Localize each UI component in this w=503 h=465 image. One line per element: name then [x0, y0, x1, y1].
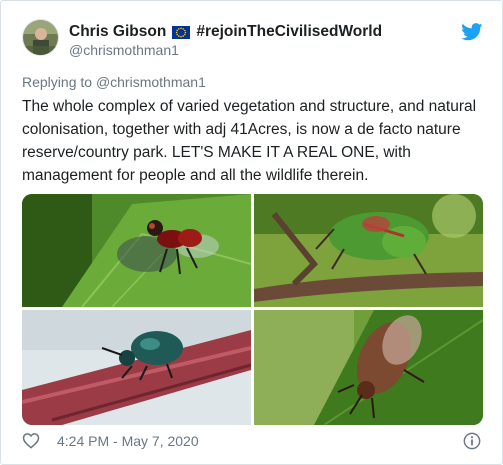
photo-3[interactable]: [22, 310, 251, 425]
reply-prefix: Replying to: [22, 74, 96, 90]
tweet-timestamp[interactable]: 4:24 PM - May 7, 2020: [57, 433, 199, 449]
tweet-card: Chris Gibson #rejoinTheCivilisedWorld @c…: [0, 0, 503, 465]
heart-icon[interactable]: [22, 432, 40, 449]
author-handle[interactable]: @chrismothman1: [69, 42, 179, 58]
photo-1[interactable]: [22, 194, 251, 307]
photo-2[interactable]: [254, 194, 483, 307]
photo-4[interactable]: [254, 310, 483, 425]
reply-context: Replying to @chrismothman1: [22, 74, 206, 90]
tweet-text: The whole complex of varied vegetation a…: [22, 98, 477, 184]
author-hashtag[interactable]: #rejoinTheCivilisedWorld: [196, 23, 382, 41]
author-display-name[interactable]: Chris Gibson: [69, 23, 166, 41]
eu-flag-icon: [172, 25, 191, 39]
reply-to-link[interactable]: @chrismothman1: [96, 74, 206, 90]
info-icon[interactable]: [463, 432, 481, 450]
avatar[interactable]: [22, 19, 59, 56]
author-name-row[interactable]: Chris Gibson #rejoinTheCivilisedWorld: [69, 23, 382, 41]
twitter-bird-icon[interactable]: [461, 23, 483, 41]
media-grid: [22, 194, 483, 425]
tweet-footer: 4:24 PM - May 7, 2020: [22, 432, 199, 449]
